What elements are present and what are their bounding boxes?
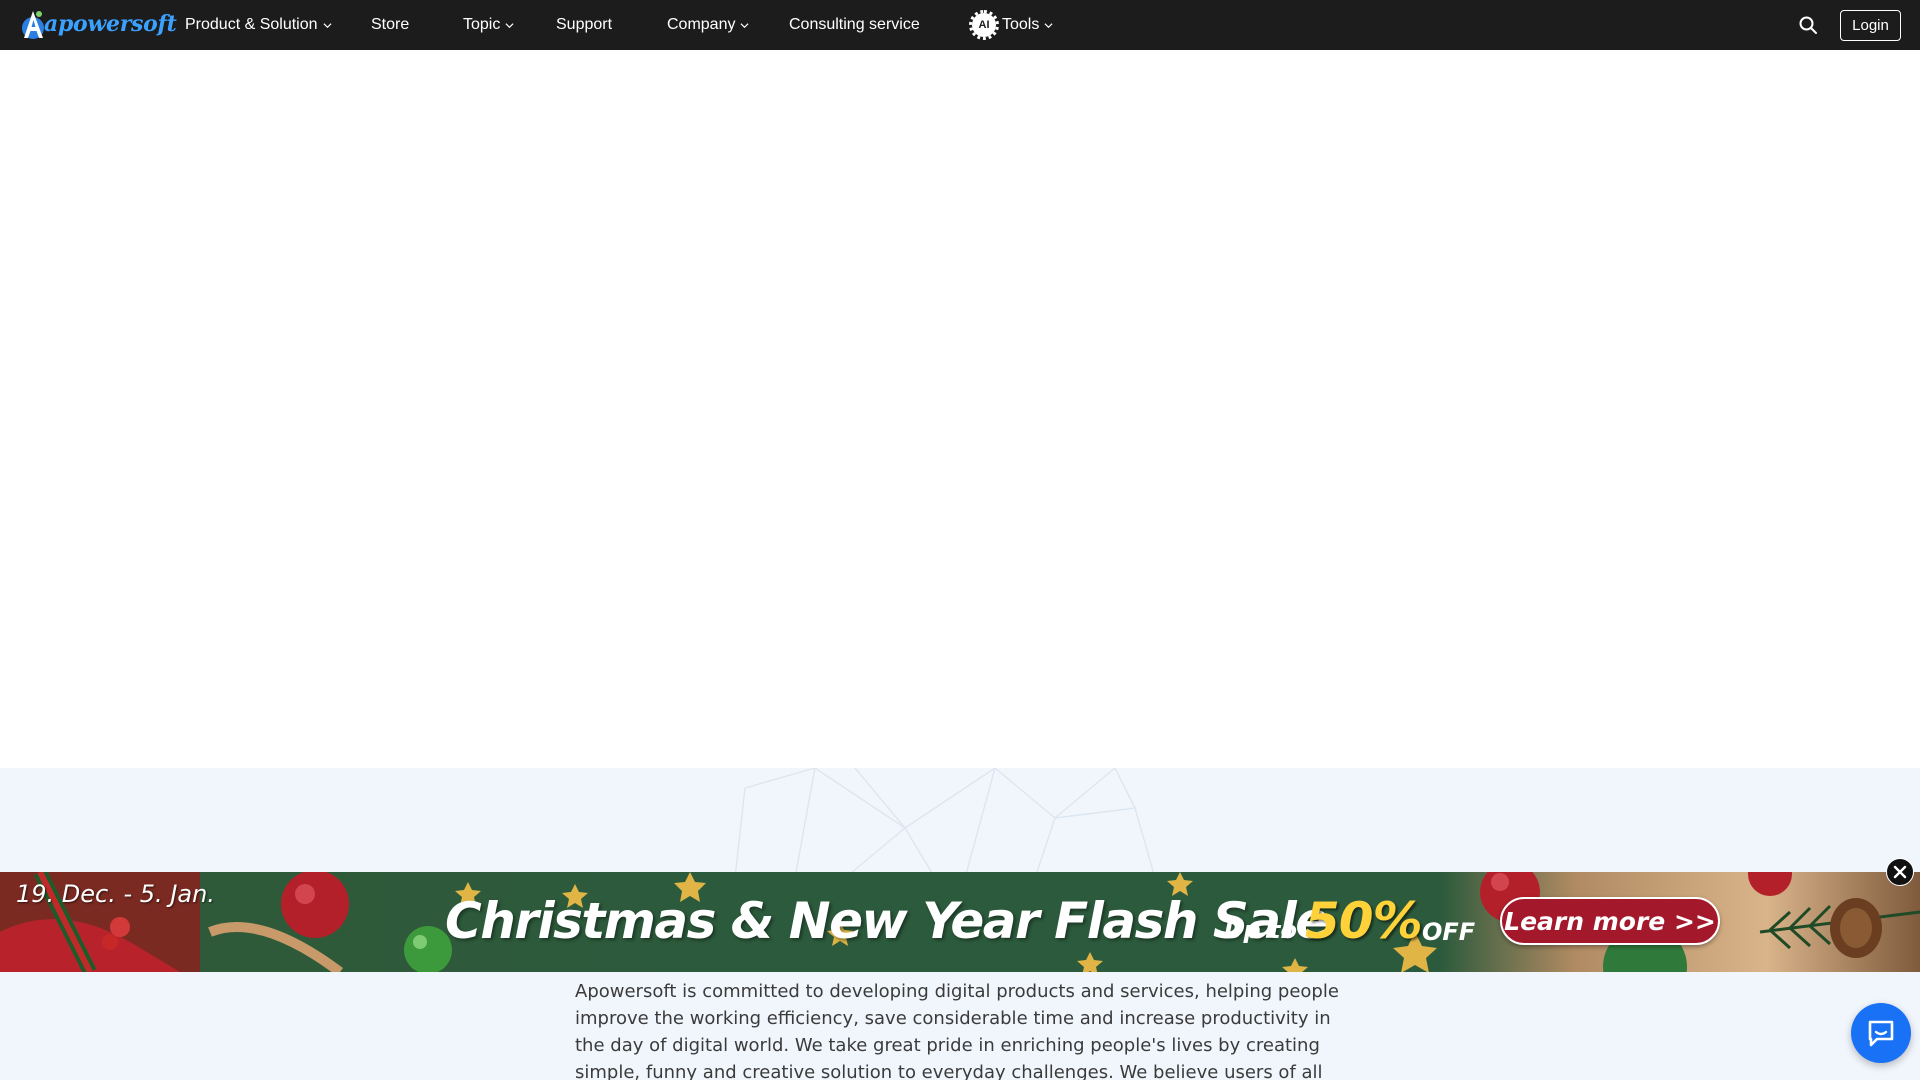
- promo-dates: 19. Dec. - 5. Jan.: [16, 880, 215, 908]
- nav-topic-label: Topic: [463, 16, 501, 33]
- apowersoft-logo[interactable]: apowersoft: [18, 6, 177, 42]
- about-description: Apowersoft is committed to developing di…: [575, 981, 1339, 1080]
- promo-title: Christmas & New Year Flash Sale: [445, 892, 1329, 950]
- nav-support[interactable]: Support: [556, 0, 612, 50]
- nav-tools[interactable]: AI Tools: [969, 0, 1053, 50]
- learn-more-button[interactable]: Learn more >>: [1500, 897, 1720, 945]
- apowersoft-wordmark: apowersoft: [44, 11, 177, 37]
- chat-bubble-icon: [1868, 1020, 1894, 1047]
- live-chat-button[interactable]: [1851, 1003, 1911, 1063]
- promo-off: OFF: [1422, 918, 1476, 946]
- chevron-down-icon: [505, 22, 514, 28]
- nav-store[interactable]: Store: [371, 0, 409, 50]
- nav-topic[interactable]: Topic: [463, 0, 514, 50]
- nav-tools-label: Tools: [1002, 16, 1040, 33]
- nav-consulting-service-label: Consulting service: [789, 16, 920, 33]
- promo-up-to: Up to: [1224, 916, 1297, 944]
- apowersoft-logo-mark: [18, 8, 48, 40]
- nav-support-label: Support: [556, 16, 613, 33]
- login-button[interactable]: Login: [1840, 10, 1901, 41]
- nav-company[interactable]: Company: [667, 0, 749, 50]
- nav-consulting-service[interactable]: Consulting service: [789, 0, 920, 50]
- promo-discount-percent: 50%: [1305, 892, 1423, 950]
- close-icon: [1893, 865, 1907, 879]
- christmas-promo-banner[interactable]: 19. Dec. - 5. Jan. Christmas & New Year …: [0, 872, 1920, 972]
- top-navigation-bar: apowersoft Product & Solution Store Topi…: [0, 0, 1920, 50]
- close-promo-button[interactable]: [1886, 858, 1914, 886]
- chevron-down-icon: [323, 22, 332, 28]
- nav-company-label: Company: [667, 16, 736, 33]
- nav-store-label: Store: [371, 16, 410, 33]
- search-icon: [1799, 16, 1817, 34]
- chevron-down-icon: [740, 22, 749, 28]
- nav-product-solution-label: Product & Solution: [185, 16, 318, 33]
- nav-product-solution[interactable]: Product & Solution: [185, 0, 332, 50]
- search-button[interactable]: [1797, 14, 1819, 36]
- network-lines-decoration: [735, 768, 1156, 878]
- ai-badge-icon: AI: [969, 10, 999, 40]
- chevron-down-icon: [1044, 22, 1053, 28]
